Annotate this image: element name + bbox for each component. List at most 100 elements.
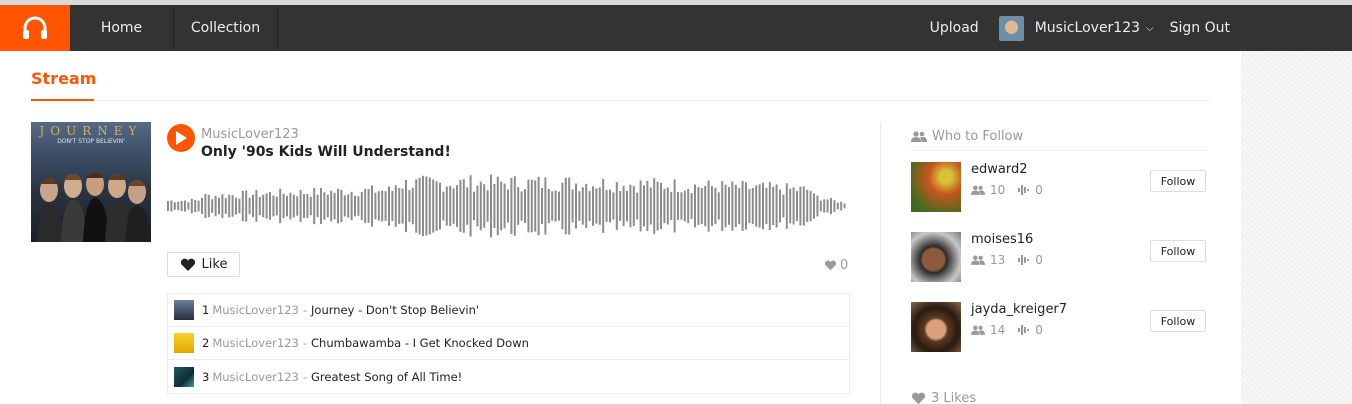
follow-avatar[interactable] bbox=[911, 232, 961, 282]
playlist-row-number: 3 bbox=[202, 369, 210, 384]
like-button[interactable]: Like bbox=[167, 252, 240, 277]
stream-divider bbox=[31, 100, 1210, 101]
waveform-bar bbox=[520, 191, 523, 221]
waveform-bar bbox=[626, 190, 628, 222]
follow-username[interactable]: jayda_kreiger7 bbox=[971, 302, 1067, 317]
waveform-bar bbox=[792, 187, 795, 225]
follow-username[interactable]: edward2 bbox=[971, 162, 1028, 177]
waveform-bar bbox=[218, 197, 220, 215]
follow-button[interactable]: Follow bbox=[1150, 240, 1206, 262]
heart-icon bbox=[180, 258, 195, 271]
waveform-bar bbox=[595, 188, 598, 224]
waveform-bar bbox=[816, 195, 819, 217]
waveform-bar bbox=[235, 197, 237, 215]
nav-home-link[interactable]: Home bbox=[70, 5, 174, 51]
nav-collection-link[interactable]: Collection bbox=[174, 5, 278, 51]
waveform-bar bbox=[714, 187, 717, 225]
playlist-row-user[interactable]: MusicLover123 bbox=[212, 336, 299, 350]
waveform-bar bbox=[211, 199, 214, 213]
chevron-down-icon[interactable]: ⌵ bbox=[1146, 23, 1154, 34]
waveform-bar bbox=[255, 190, 258, 222]
playlist-row-track[interactable]: Chumbawamba - I Get Knocked Down bbox=[311, 336, 529, 350]
waveform-bar bbox=[201, 197, 203, 215]
waveform-bar bbox=[564, 177, 567, 235]
sidebar: Who to Follow edward2 10 0 Follow moises… bbox=[911, 129, 1207, 352]
waveform-bar bbox=[690, 193, 693, 219]
playlist-row-user[interactable]: MusicLover123 bbox=[212, 370, 299, 384]
upload-link[interactable]: Upload bbox=[930, 20, 979, 36]
waveform-bar bbox=[500, 181, 503, 231]
waveform-bar bbox=[673, 179, 676, 233]
waveform-bar bbox=[394, 185, 397, 227]
waveform-bar bbox=[622, 185, 625, 227]
waveform-bar bbox=[445, 186, 448, 226]
waveform-bar bbox=[275, 196, 278, 216]
logo[interactable] bbox=[0, 5, 70, 51]
follow-stats: 13 0 bbox=[971, 253, 1043, 267]
waveform-bar bbox=[374, 192, 377, 220]
nav-right-group: Upload MusicLover123 ⌵ Sign Out bbox=[930, 5, 1352, 51]
sign-out-link[interactable]: Sign Out bbox=[1170, 20, 1230, 36]
waveform-bar bbox=[537, 176, 540, 236]
playlist-row-user[interactable]: MusicLover123 bbox=[212, 303, 299, 317]
follow-button[interactable]: Follow bbox=[1150, 170, 1206, 192]
waveform-bar bbox=[758, 184, 761, 228]
waveform[interactable] bbox=[167, 171, 847, 241]
like-count: 0 bbox=[824, 258, 848, 273]
play-button[interactable] bbox=[167, 124, 195, 152]
playlist-row-separator: - bbox=[302, 336, 308, 350]
waveform-bar bbox=[167, 201, 169, 212]
waveform-bar bbox=[292, 194, 295, 218]
waveform-bar bbox=[619, 191, 622, 221]
waveform-bar bbox=[466, 187, 469, 225]
waveform-bar bbox=[694, 184, 696, 228]
waveform-bar bbox=[296, 196, 299, 216]
waveform-bar bbox=[360, 192, 363, 220]
page-background-gutter bbox=[1241, 51, 1352, 404]
playlist-row[interactable]: 3 MusicLover123 - Greatest Song of All T… bbox=[168, 360, 849, 393]
track-count: 0 bbox=[1035, 183, 1043, 197]
waveform-bar bbox=[425, 176, 428, 236]
track-cover-art[interactable]: JOURNEY DON'T STOP BELIEVIN' bbox=[31, 122, 151, 242]
playlist-row[interactable]: 1 MusicLover123 - Journey - Don't Stop B… bbox=[168, 294, 849, 327]
waveform-bar bbox=[357, 196, 360, 216]
follower-count: 10 bbox=[990, 183, 1006, 197]
follow-username[interactable]: moises16 bbox=[971, 232, 1033, 247]
waveform-bar bbox=[830, 197, 832, 215]
waveform-bar bbox=[184, 200, 186, 212]
track-title[interactable]: Only '90s Kids Will Understand! bbox=[201, 144, 451, 160]
user-menu-name[interactable]: MusicLover123 bbox=[1035, 20, 1140, 36]
waveform-bar bbox=[432, 179, 435, 233]
playlist-row-track[interactable]: Journey - Don't Stop Believin' bbox=[311, 303, 479, 317]
waveform-bar bbox=[585, 183, 588, 229]
waveform-bar bbox=[388, 186, 390, 226]
waveform-bar bbox=[704, 185, 707, 227]
follow-suggestion: edward2 10 0 Follow bbox=[911, 162, 1207, 212]
follow-avatar[interactable] bbox=[911, 162, 961, 212]
follow-avatar[interactable] bbox=[911, 302, 961, 352]
waveform-bar bbox=[241, 190, 244, 221]
track-uploader[interactable]: MusicLover123 bbox=[201, 127, 299, 142]
waveform-bar bbox=[592, 186, 594, 226]
follow-suggestion: moises16 13 0 Follow bbox=[911, 232, 1207, 282]
waveform-bar bbox=[734, 184, 737, 228]
playlist-row[interactable]: 2 MusicLover123 - Chumbawamba - I Get Kn… bbox=[168, 327, 849, 360]
playlist-row-track[interactable]: Greatest Song of All Time! bbox=[311, 370, 462, 384]
waveform-bar bbox=[265, 193, 268, 219]
waveform-bar bbox=[646, 180, 649, 231]
waveform-bar bbox=[547, 189, 550, 224]
waveform-bar bbox=[677, 192, 679, 220]
follow-button[interactable]: Follow bbox=[1150, 310, 1206, 332]
user-avatar[interactable] bbox=[998, 15, 1024, 41]
playlist-thumb bbox=[174, 333, 194, 353]
waveform-bar bbox=[680, 192, 683, 220]
waveform-bar bbox=[643, 185, 645, 227]
cover-band-name: JOURNEY bbox=[39, 124, 143, 138]
stream-active-underline bbox=[31, 99, 94, 101]
waveform-bar bbox=[711, 186, 713, 226]
waveform-bar bbox=[554, 190, 557, 222]
waveform-bar bbox=[632, 185, 635, 227]
users-icon bbox=[911, 131, 927, 142]
waveform-bar bbox=[411, 187, 414, 225]
waveform-bar bbox=[197, 200, 200, 212]
